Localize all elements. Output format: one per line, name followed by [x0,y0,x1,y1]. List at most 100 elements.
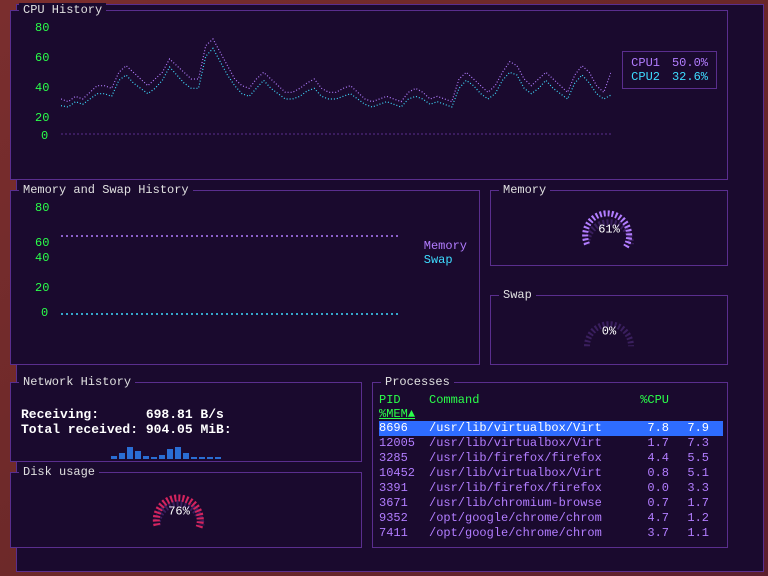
cell-command: /usr/lib/virtualbox/Virt [429,466,629,481]
col-mem-sort[interactable]: %MEM▲ [379,407,415,421]
cell-pid: 7411 [379,526,429,541]
cell-mem: 5.5 [669,451,709,466]
processes-panel: Processes PID Command %CPU %MEM▲ 8696/us… [372,382,728,548]
cell-pid: 3285 [379,451,429,466]
cell-mem: 1.7 [669,496,709,511]
legend-cpu1-label: CPU1 [631,56,660,70]
cell-command: /usr/lib/virtualbox/Virt [429,421,629,436]
cell-pid: 10452 [379,466,429,481]
cell-pid: 9352 [379,511,429,526]
ytick: 60 [35,51,49,65]
swap-gauge-panel: Swap 0% [490,295,728,365]
cell-command: /usr/lib/firefox/firefox [429,481,629,496]
ytick: 0 [41,306,48,320]
net-bar [135,451,141,459]
cell-pid: 8696 [379,421,429,436]
total-label: Total received: [21,422,138,437]
net-bar [143,456,149,459]
net-bar [191,457,197,459]
legend-cpu1-value: 50.0% [672,56,708,70]
net-bar [215,457,221,459]
total-value: 904.05 MiB: [146,422,232,437]
ytick: 40 [35,251,49,265]
panel-title: Memory [499,183,550,197]
panel-title: Network History [19,375,135,389]
memory-gauge-panel: Memory 61% [490,190,728,266]
memswap-history-panel: Memory and Swap History 80 60 40 20 0 Me… [10,190,480,365]
cell-command: /usr/lib/chromium-browse [429,496,629,511]
cell-cpu: 3.7 [629,526,669,541]
table-header[interactable]: PID Command %CPU [379,393,723,407]
cell-mem: 5.1 [669,466,709,481]
cell-command: /usr/lib/firefox/firefox [429,451,629,466]
net-bar [111,456,117,459]
table-row[interactable]: 12005/usr/lib/virtualbox/Virt1.77.3 [379,436,723,451]
cell-cpu: 1.7 [629,436,669,451]
cell-pid: 3391 [379,481,429,496]
net-bar [119,453,125,459]
memswap-chart [61,199,401,319]
legend-cpu2-label: CPU2 [631,70,660,84]
table-row[interactable]: 3391/usr/lib/firefox/firefox0.03.3 [379,481,723,496]
panel-title: CPU History [19,3,106,17]
disk-gauge-value: 76% [168,504,190,518]
ytick: 80 [35,201,49,215]
cell-cpu: 0.7 [629,496,669,511]
col-command[interactable]: Command [429,393,629,407]
cpu-chart [61,19,611,139]
net-bar [199,457,205,459]
net-bar [207,457,213,459]
network-history-panel: Network History Receiving: 698.81 B/s To… [10,382,362,462]
panel-title: Disk usage [19,465,99,479]
table-sort-row[interactable]: %MEM▲ [379,407,723,421]
net-bar [127,447,133,459]
receiving-value: 698.81 B/s [146,407,224,422]
disk-usage-panel: Disk usage 76% [10,472,362,548]
cell-cpu: 0.0 [629,481,669,496]
cpu-legend: CPU1 50.0% CPU2 32.6% [622,51,717,89]
table-row[interactable]: 10452/usr/lib/virtualbox/Virt0.85.1 [379,466,723,481]
swap-gauge-value: 0% [602,324,616,338]
ytick: 0 [41,129,48,143]
col-cpu[interactable]: %CPU [629,393,669,407]
process-table[interactable]: PID Command %CPU %MEM▲ 8696/usr/lib/virt… [379,393,723,541]
cell-cpu: 0.8 [629,466,669,481]
panel-title: Swap [499,288,536,302]
panel-title: Processes [381,375,454,389]
cell-command: /opt/google/chrome/chrom [429,526,629,541]
memswap-legend: Memory Swap [424,239,467,267]
table-row[interactable]: 8696/usr/lib/virtualbox/Virt7.87.9 [379,421,723,436]
net-bar [159,455,165,459]
cell-cpu: 7.8 [629,421,669,436]
cell-cpu: 4.4 [629,451,669,466]
table-row[interactable]: 3285/usr/lib/firefox/firefox4.45.5 [379,451,723,466]
cell-command: /usr/lib/virtualbox/Virt [429,436,629,451]
net-bar [167,449,173,459]
table-row[interactable]: 9352/opt/google/chrome/chrom4.71.2 [379,511,723,526]
cell-mem: 7.9 [669,421,709,436]
col-pid[interactable]: PID [379,393,429,407]
ytick: 60 [35,236,49,250]
table-row[interactable]: 3671/usr/lib/chromium-browse0.71.7 [379,496,723,511]
cpu-history-panel: CPU History 80 60 40 20 0 CPU1 50.0% CPU… [10,10,728,180]
ytick: 80 [35,21,49,35]
ytick: 20 [35,281,49,295]
receiving-label: Receiving: [21,407,99,422]
ytick: 40 [35,81,49,95]
memory-gauge-value: 61% [598,222,620,236]
legend-cpu2-value: 32.6% [672,70,708,84]
legend-swap: Swap [424,253,467,267]
cell-mem: 1.1 [669,526,709,541]
ytick: 20 [35,111,49,125]
table-row[interactable]: 7411/opt/google/chrome/chrom3.71.1 [379,526,723,541]
legend-memory: Memory [424,239,467,253]
net-bar [183,453,189,459]
sort-arrow-icon: ▲ [408,407,415,421]
network-bars [111,445,221,459]
net-bar [175,447,181,459]
cell-cpu: 4.7 [629,511,669,526]
cell-pid: 12005 [379,436,429,451]
network-stats: Receiving: 698.81 B/s Total received: 90… [21,407,232,437]
cell-pid: 3671 [379,496,429,511]
cell-mem: 3.3 [669,481,709,496]
